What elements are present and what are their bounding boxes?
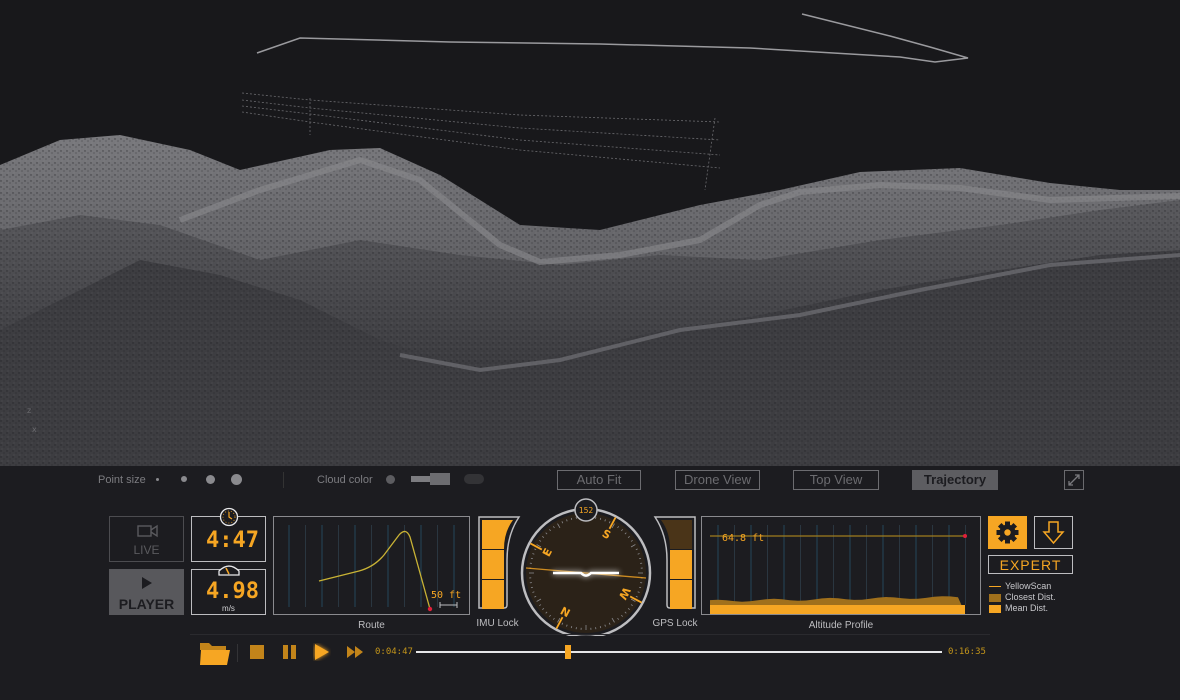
compass-gauge: NESW152 xyxy=(520,498,652,636)
control-panel: Point size Cloud color Auto Fit Drone Vi… xyxy=(0,466,1180,700)
route-current-position xyxy=(427,606,433,612)
cloud-color-label: Cloud color xyxy=(317,474,373,486)
gear-icon xyxy=(996,521,1019,544)
altitude-current-marker xyxy=(963,534,967,538)
gauge-segment xyxy=(670,550,692,579)
cloud-color-option-alt[interactable] xyxy=(464,474,484,484)
altitude-chart: 64.8 ft xyxy=(701,516,981,615)
total-time: 0:16:35 xyxy=(948,647,986,657)
legend-label: YellowScan xyxy=(1005,581,1052,591)
route-path xyxy=(318,530,431,610)
compass-tick xyxy=(530,586,533,589)
download-button[interactable] xyxy=(1034,516,1073,549)
expert-label: EXPERT xyxy=(999,557,1062,573)
point-cloud-viewport[interactable]: z x xyxy=(0,0,1180,466)
speed-unit: m/s xyxy=(222,604,235,613)
play-icon xyxy=(142,577,152,589)
speed-value: 4.98 xyxy=(206,579,259,604)
time-value: 4:47 xyxy=(206,528,259,553)
point-size-label: Point size xyxy=(98,474,146,486)
imu-lock-gauge xyxy=(478,516,521,609)
clock-icon xyxy=(219,507,239,527)
cloud-color-toggle-thumb[interactable] xyxy=(430,473,450,485)
gauge-group xyxy=(478,516,521,609)
play-button[interactable] xyxy=(313,643,331,661)
controls-divider xyxy=(237,644,238,662)
pause-button[interactable] xyxy=(282,645,298,659)
gauge-segment xyxy=(670,580,692,609)
gauge-segment xyxy=(482,550,504,579)
legend-swatch xyxy=(989,604,1001,613)
toolbar-divider xyxy=(283,472,284,488)
cloud-color-toggle-track[interactable] xyxy=(411,476,431,482)
view-toolbar: Point size Cloud color Auto Fit Drone Vi… xyxy=(0,466,1180,494)
legend-item-closest-dist: Closest Dist. xyxy=(989,592,1056,602)
point-size-option-4[interactable] xyxy=(231,474,242,485)
imu-lock-label: IMU Lock xyxy=(476,618,519,629)
gauge-segment xyxy=(482,580,504,609)
gauge-group xyxy=(653,516,696,609)
legend-swatch xyxy=(989,585,1001,588)
svg-text:z: z xyxy=(27,406,31,415)
fast-forward-icon xyxy=(347,646,363,658)
route-chart: 50 ft xyxy=(273,516,470,615)
legend-label: Mean Dist. xyxy=(1005,603,1049,613)
play-icon xyxy=(315,644,329,660)
settings-button[interactable] xyxy=(988,516,1027,549)
compass-tick xyxy=(639,586,642,589)
top-view-button[interactable]: Top View xyxy=(793,470,879,490)
svg-text:x: x xyxy=(32,425,37,434)
live-label: LIVE xyxy=(133,543,160,557)
player-mode-button[interactable]: PLAYER xyxy=(109,569,184,615)
speedometer-icon xyxy=(218,565,240,576)
compass-tick xyxy=(570,517,573,520)
camera-icon xyxy=(137,524,158,538)
compass-tick xyxy=(639,557,642,560)
point-size-option-1[interactable] xyxy=(156,478,159,481)
open-folder-button[interactable] xyxy=(199,640,231,666)
download-arrow-icon xyxy=(1042,521,1065,545)
legend-item-yellowscan: YellowScan xyxy=(989,581,1051,591)
altitude-label: Altitude Profile xyxy=(808,620,874,631)
legend-item-mean-dist: Mean Dist. xyxy=(989,603,1048,613)
cloud-color-option-gray[interactable] xyxy=(386,475,395,484)
compass-tick xyxy=(530,557,533,560)
legend-swatch xyxy=(989,593,1001,602)
pause-icon xyxy=(283,645,296,659)
fullscreen-button[interactable] xyxy=(1064,470,1084,490)
compass-tick xyxy=(599,626,602,629)
playback-timeline[interactable] xyxy=(416,651,942,653)
fast-forward-button[interactable] xyxy=(346,645,364,659)
point-cloud-render: z x xyxy=(0,13,1180,466)
expert-button[interactable]: EXPERT xyxy=(988,555,1073,574)
route-scale-label: 50 ft xyxy=(431,590,461,601)
stop-button[interactable] xyxy=(250,645,264,659)
altitude-plot: 64.8 ft xyxy=(710,525,967,614)
point-size-option-3[interactable] xyxy=(206,475,215,484)
compass-tick xyxy=(570,626,573,629)
legend-label: Closest Dist. xyxy=(1005,592,1056,602)
compass-tick xyxy=(599,517,602,520)
altitude-value-label: 64.8 ft xyxy=(722,533,764,544)
mean-dist-area xyxy=(710,605,965,614)
expand-icon xyxy=(1068,474,1080,486)
current-time: 0:04:47 xyxy=(375,647,413,657)
route-label: Route xyxy=(358,620,385,631)
playback-scrubber[interactable] xyxy=(565,645,571,659)
gps-lock-gauge xyxy=(653,516,696,609)
panel-divider xyxy=(190,634,990,635)
live-mode-button[interactable]: LIVE xyxy=(109,516,184,562)
folder-icon xyxy=(200,643,230,665)
trajectory-button[interactable]: Trajectory xyxy=(912,470,998,490)
flight-trajectory xyxy=(256,13,969,63)
compass-heading-value: 152 xyxy=(579,506,594,515)
gps-lock-label: GPS Lock xyxy=(652,618,698,629)
auto-fit-button[interactable]: Auto Fit xyxy=(557,470,641,490)
point-size-option-2[interactable] xyxy=(181,476,187,482)
player-label: PLAYER xyxy=(118,596,175,612)
route-plot: 50 ft xyxy=(288,525,461,612)
drone-view-button[interactable]: Drone View xyxy=(675,470,760,490)
